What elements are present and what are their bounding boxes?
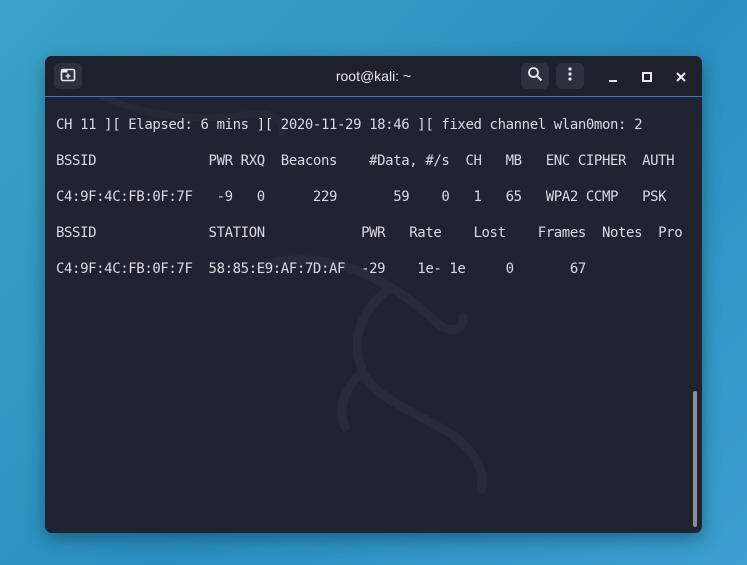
- title-bar[interactable]: root@kali: ~: [45, 56, 702, 97]
- station-table-header: BSSID STATION PWR Rate Lost Frames Notes…: [56, 225, 683, 241]
- minimize-icon: [607, 68, 619, 87]
- close-icon: [675, 68, 687, 87]
- terminal-output[interactable]: CH 11 ][ Elapsed: 6 mins ][ 2020-11-29 1…: [45, 97, 702, 533]
- search-icon: [527, 66, 543, 86]
- menu-button[interactable]: [556, 63, 584, 89]
- scrollbar[interactable]: [693, 391, 697, 527]
- terminal-window: root@kali: ~ CH 11][Elapsed: 6 mins][…: [45, 56, 702, 533]
- kebab-menu-icon: [562, 66, 578, 86]
- maximize-icon: [641, 68, 653, 87]
- status-line: CH 11 ][ Elapsed: 6 mins ][ 2020-11-29 1…: [56, 117, 643, 133]
- station-table-row: C4:9F:4C:FB:0F:7F 58:85:E9:AF:7D:AF -29 …: [56, 261, 586, 277]
- minimize-button[interactable]: [602, 66, 624, 88]
- new-tab-button[interactable]: [54, 63, 82, 89]
- maximize-button[interactable]: [636, 66, 658, 88]
- close-button[interactable]: [670, 66, 692, 88]
- new-tab-icon: [60, 66, 76, 86]
- ap-table-row: C4:9F:4C:FB:0F:7F -9 0 229 59 0 1 65 WPA…: [56, 189, 667, 205]
- ap-table-header: BSSID PWR RXQ Beacons #Data, #/s CH MB E…: [56, 153, 675, 169]
- search-button[interactable]: [521, 63, 549, 89]
